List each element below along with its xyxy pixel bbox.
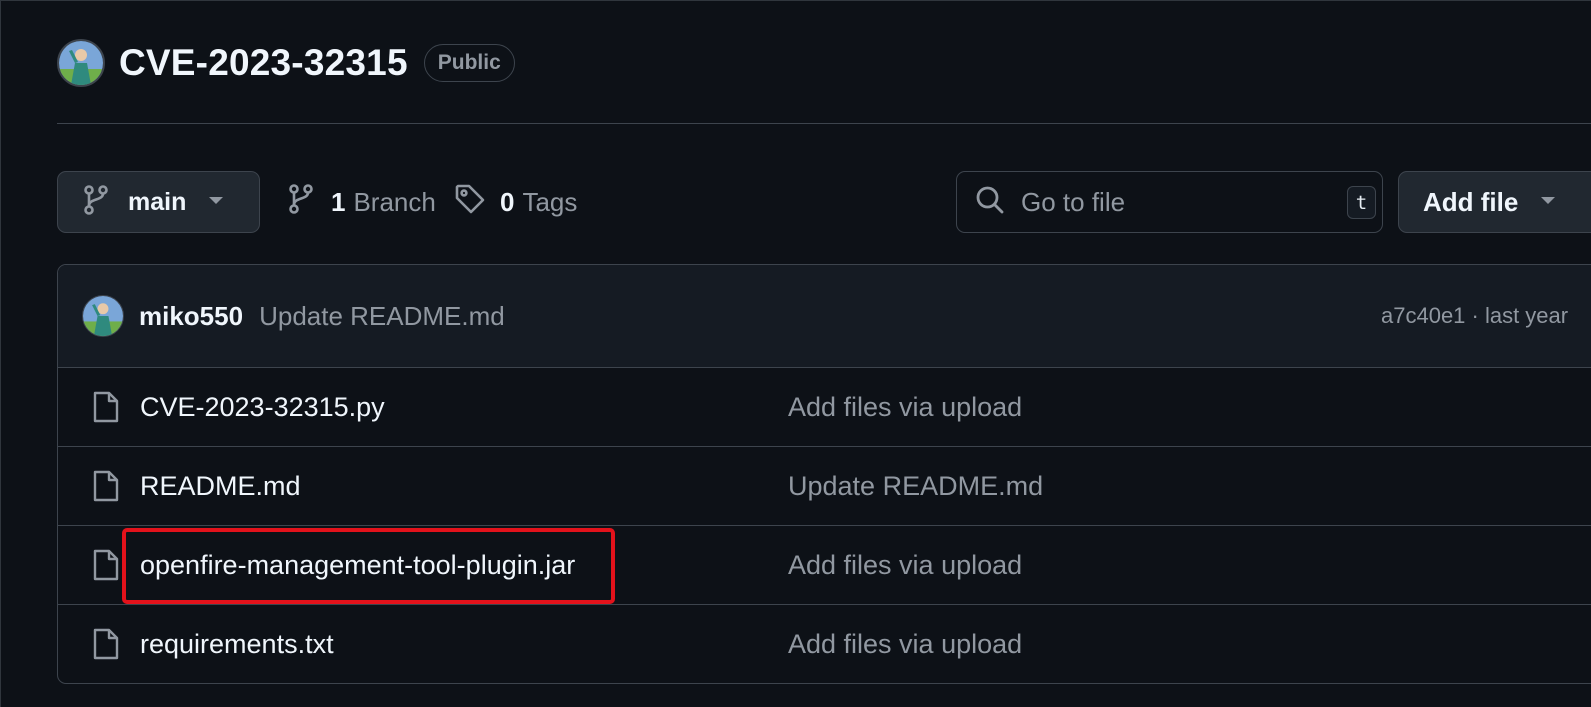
tags-link[interactable]: 0 Tags <box>454 171 577 233</box>
file-name-link[interactable]: CVE-2023-32315.py <box>140 392 385 423</box>
branch-label: Branch <box>353 186 436 217</box>
git-branch-icon <box>287 183 315 222</box>
file-name-link[interactable]: requirements.txt <box>140 629 334 660</box>
branch-selector-button[interactable]: main <box>57 171 260 233</box>
branches-link[interactable]: 1 Branch <box>287 171 436 233</box>
commit-author[interactable]: miko550 <box>139 301 243 332</box>
file-icon <box>92 470 120 507</box>
file-row[interactable]: README.md Update README.md <box>58 447 1591 526</box>
branch-count: 1 <box>331 186 346 217</box>
search-icon <box>975 185 1005 220</box>
tag-count: 0 <box>500 186 515 217</box>
keyboard-shortcut-hint: t <box>1347 186 1376 219</box>
repo-title[interactable]: CVE-2023-32315 <box>119 42 408 84</box>
go-to-file-input[interactable]: Go to file t <box>956 171 1383 233</box>
latest-commit-row: miko550 Update README.md a7c40e1 · last … <box>58 265 1591 368</box>
file-icon <box>92 549 120 586</box>
file-icon <box>92 628 120 665</box>
file-table: miko550 Update README.md a7c40e1 · last … <box>57 264 1591 684</box>
chevron-down-icon <box>208 193 224 211</box>
git-branch-icon <box>82 184 110 221</box>
file-commit-message[interactable]: Update README.md <box>788 471 1043 502</box>
commit-message[interactable]: Update README.md <box>259 301 505 332</box>
file-name-link[interactable]: README.md <box>140 471 301 502</box>
search-placeholder: Go to file <box>1021 186 1126 217</box>
owner-avatar[interactable] <box>57 39 105 87</box>
file-name-link[interactable]: openfire-management-tool-plugin.jar <box>140 550 575 581</box>
add-file-label: Add file <box>1423 186 1519 217</box>
file-commit-message[interactable]: Add files via upload <box>788 392 1022 423</box>
tag-label: Tags <box>522 186 578 217</box>
repo-header: CVE-2023-32315 Public <box>57 39 515 87</box>
file-row[interactable]: CVE-2023-32315.py Add files via upload <box>58 368 1591 447</box>
chevron-down-icon <box>1540 193 1556 211</box>
commit-hash-and-time[interactable]: a7c40e1 · last year <box>1381 303 1568 329</box>
author-avatar[interactable] <box>82 295 124 337</box>
add-file-button[interactable]: Add file <box>1398 171 1591 233</box>
header-divider <box>57 123 1591 124</box>
tag-icon <box>454 183 486 222</box>
file-commit-message[interactable]: Add files via upload <box>788 629 1022 660</box>
file-row[interactable]: requirements.txt Add files via upload <box>58 605 1591 683</box>
visibility-badge: Public <box>423 44 515 82</box>
tag-count-text: 0 Tags <box>500 187 577 218</box>
page-frame: CVE-2023-32315 Public main 1 Branch 0 Ta… <box>0 0 1591 707</box>
file-commit-message[interactable]: Add files via upload <box>788 550 1022 581</box>
file-icon <box>92 391 120 428</box>
branch-name: main <box>128 187 187 216</box>
file-row[interactable]: openfire-management-tool-plugin.jar Add … <box>58 526 1591 605</box>
branch-count-text: 1 Branch <box>331 187 436 218</box>
